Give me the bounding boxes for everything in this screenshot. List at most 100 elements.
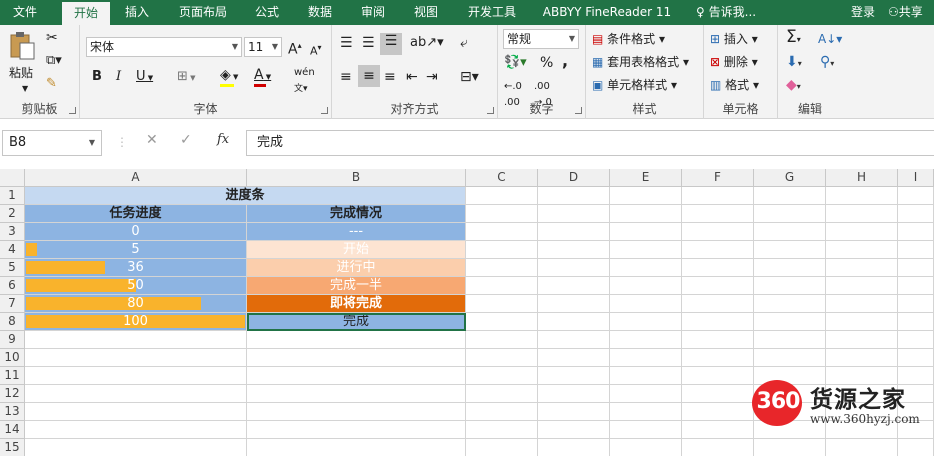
cell[interactable] [826, 259, 898, 277]
cell[interactable] [754, 439, 826, 456]
cell[interactable] [826, 331, 898, 349]
tab-formulas[interactable]: 公式 [245, 0, 289, 25]
cell[interactable] [682, 205, 754, 223]
cell[interactable] [538, 331, 610, 349]
borders-icon[interactable]: ⊞ ▼ [177, 69, 196, 86]
cell[interactable] [610, 313, 682, 331]
number-launcher-icon[interactable] [575, 107, 582, 114]
progress-cell[interactable]: 0 [25, 223, 247, 241]
clipboard-launcher-icon[interactable] [69, 107, 76, 114]
cell[interactable] [538, 295, 610, 313]
cut-icon[interactable]: ✂ [46, 30, 58, 46]
cell[interactable] [754, 277, 826, 295]
cell[interactable] [466, 421, 538, 439]
cell[interactable] [538, 223, 610, 241]
column-header-a[interactable]: A [25, 169, 247, 187]
row-header-3[interactable]: 3 [0, 223, 25, 241]
row-header-14[interactable]: 14 [0, 421, 25, 439]
alignment-launcher-icon[interactable] [487, 107, 494, 114]
cell[interactable] [538, 439, 610, 456]
cell[interactable] [898, 187, 934, 205]
format-painter-icon[interactable]: ✎ [46, 76, 57, 92]
cell[interactable] [754, 259, 826, 277]
format-as-table-button[interactable]: ▦ 套用表格格式 ▾ [592, 54, 689, 70]
cell[interactable] [610, 187, 682, 205]
cell[interactable] [610, 439, 682, 456]
cell[interactable] [610, 205, 682, 223]
column-header-b[interactable]: B [247, 169, 466, 187]
cell[interactable] [898, 349, 934, 367]
cell[interactable] [610, 295, 682, 313]
row-header-4[interactable]: 4 [0, 241, 25, 259]
paste-label[interactable]: 粘贴 [9, 65, 33, 81]
bold-button[interactable]: B [92, 69, 102, 85]
cell[interactable] [466, 313, 538, 331]
cell[interactable] [754, 223, 826, 241]
progress-cell[interactable]: 50 [25, 277, 247, 295]
font-size-select[interactable]: 11 ▼ [244, 37, 282, 57]
tab-abbyy[interactable]: ABBYY FineReader 11 [537, 0, 677, 25]
font-color-button[interactable]: A ▼ [254, 67, 271, 87]
cell[interactable] [682, 421, 754, 439]
cell[interactable] [682, 367, 754, 385]
align-left-icon[interactable]: ≡ [340, 69, 352, 85]
cell[interactable] [826, 205, 898, 223]
cell[interactable] [898, 331, 934, 349]
decrease-indent-icon[interactable]: ⇤ [406, 69, 418, 85]
row-header-11[interactable]: 11 [0, 367, 25, 385]
column-header-f[interactable]: F [682, 169, 754, 187]
cell[interactable] [754, 205, 826, 223]
cell[interactable] [826, 223, 898, 241]
enter-icon[interactable]: ✓ [180, 132, 192, 148]
cell-styles-button[interactable]: ▣ 单元格样式 ▾ [592, 77, 677, 93]
cell[interactable] [466, 223, 538, 241]
find-icon[interactable]: ⚲▾ [820, 54, 834, 72]
header-task-progress[interactable]: 任务进度 [25, 205, 247, 223]
font-launcher-icon[interactable] [321, 107, 328, 114]
percent-button[interactable]: % [540, 55, 553, 71]
status-cell[interactable]: 完成一半 [247, 277, 466, 295]
shrink-font-button[interactable]: A▾ [310, 40, 322, 60]
italic-button[interactable]: I [116, 69, 121, 85]
cell[interactable] [610, 421, 682, 439]
row-header-7[interactable]: 7 [0, 295, 25, 313]
cell[interactable] [826, 277, 898, 295]
cell[interactable] [466, 367, 538, 385]
row-header-12[interactable]: 12 [0, 385, 25, 403]
cell[interactable] [466, 187, 538, 205]
row-header-6[interactable]: 6 [0, 277, 25, 295]
align-center-icon[interactable]: ≡ [358, 65, 380, 87]
cell[interactable] [682, 349, 754, 367]
share-button[interactable]: ⚇共享 [888, 0, 923, 25]
fill-icon[interactable]: ⬇▾ [786, 54, 802, 72]
wrap-text-icon[interactable]: ⤶ [460, 35, 468, 51]
cell[interactable] [538, 187, 610, 205]
cell[interactable] [466, 277, 538, 295]
cell[interactable] [466, 331, 538, 349]
column-header-h[interactable]: H [826, 169, 898, 187]
selected-cell-b8[interactable]: 完成 [247, 313, 466, 331]
cell[interactable] [682, 313, 754, 331]
row-header-2[interactable]: 2 [0, 205, 25, 223]
copy-icon[interactable]: ⧉▾ [46, 53, 62, 69]
cell[interactable] [826, 295, 898, 313]
status-cell[interactable]: 即将完成 [247, 295, 466, 313]
name-box[interactable]: B8 ▼ [2, 130, 102, 156]
column-header-d[interactable]: D [538, 169, 610, 187]
cell[interactable] [610, 259, 682, 277]
cell[interactable] [682, 241, 754, 259]
cell[interactable] [610, 385, 682, 403]
cell[interactable] [610, 223, 682, 241]
format-cells-button[interactable]: ▥ 格式 ▾ [710, 77, 759, 93]
tell-me-box[interactable]: ♀ 告诉我... [696, 0, 756, 25]
cell[interactable] [898, 205, 934, 223]
align-bottom-icon[interactable]: ☰ [380, 33, 402, 55]
cell[interactable] [682, 331, 754, 349]
cell[interactable] [247, 349, 466, 367]
font-name-select[interactable]: 宋体 ▼ [86, 37, 242, 57]
cell[interactable] [25, 331, 247, 349]
cancel-icon[interactable]: ✕ [146, 132, 158, 148]
cell[interactable] [538, 277, 610, 295]
tab-view[interactable]: 视图 [404, 0, 448, 25]
tab-file[interactable]: 文件 [0, 0, 50, 25]
